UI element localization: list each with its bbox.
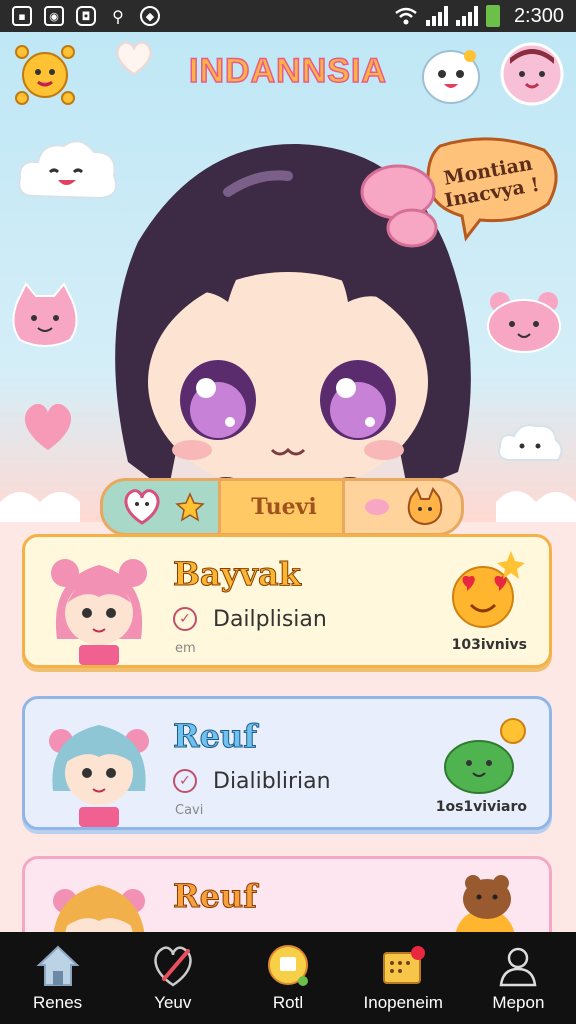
tab-favorites[interactable] [100,478,226,536]
nav-item-notebook[interactable]: Inopeneim [346,932,461,1024]
camera-icon: ◉ [44,6,64,26]
signal-icon [425,6,448,26]
profile-icon [499,947,537,987]
heart-pen-icon [154,946,192,987]
avatar [51,559,147,665]
pink-bear-sticker-icon [487,292,561,353]
bottom-nav: Renes Yeuv Rotl Inopeneim Mepon [0,932,576,1024]
tab-other[interactable] [342,478,464,536]
nav-item-profile[interactable]: Mepon [461,932,576,1024]
card-description: Dailplisian [213,607,327,632]
tab-active[interactable]: Tuevi [218,478,350,536]
green-blob-emoji-icon [444,718,526,794]
fox-icon [407,487,443,525]
heart-eyes-emoji-icon [452,551,525,628]
character-card[interactable]: Bayvak ✓ Dailplisian em 103ivnivs [22,534,552,668]
nav-label: Rotl [272,993,304,1012]
nav-item-chat[interactable]: Rotl [230,932,345,1024]
status-bar: ▪ ◉ ◘ ⚲ ◆ 2:300 [0,0,576,32]
card-title: Reuf [173,877,258,916]
home-icon [36,945,80,986]
check-icon[interactable]: ✓ [173,607,197,631]
box-icon: ◆ [140,6,160,26]
card-subtext: em [175,641,196,656]
app-icon: ◘ [76,6,96,26]
main-character-illustration [115,143,471,512]
image-icon: ▪ [12,6,32,26]
app-title: INDANNSIA [188,51,387,91]
card-title: Reuf [173,717,258,756]
heart-face-icon [124,489,160,525]
nav-label: Yeuv [154,993,192,1012]
card-subtext: Cavi [175,803,204,818]
nav-item-favorites[interactable]: Yeuv [115,932,230,1024]
nav-label: Renes [33,993,83,1012]
category-tab-bar: Tuevi [100,478,464,536]
candy-icon [365,499,389,515]
sun-sticker-icon[interactable] [10,40,80,110]
nav-label: Inopeneim [363,993,443,1012]
card-count: 103ivnivs [451,637,527,653]
card-count: 1os1viviaro [435,799,527,815]
chat-bubble-icon [268,945,308,986]
nav-item-home[interactable]: Renes [0,932,115,1024]
usb-icon: ⚲ [112,6,124,26]
heart-icon [116,41,152,76]
pink-cat-sticker-icon [12,282,78,347]
small-cloud-sticker-icon [498,424,563,461]
pink-heart-icon [24,403,72,450]
card-description: Dialiblirian [213,769,331,794]
wifi-icon [395,7,417,25]
battery-icon [485,5,500,27]
card-title: Bayvak [173,555,302,594]
character-card[interactable]: Reuf ✓ Dialiblirian Cavi 1os1viviaro [22,696,552,830]
avatar [49,725,149,827]
check-icon[interactable]: ✓ [173,769,197,793]
nav-label: Mepon [492,993,545,1012]
notebook-icon [383,946,426,984]
hero-banner: INDANNSIA Montian Inacvya ! [0,32,576,522]
clock: 2:300 [513,4,564,27]
tab-active-label: Tuevi [251,494,317,520]
star-creature-icon [175,492,205,522]
ghost-sticker-icon[interactable] [418,42,484,108]
signal-icon-2 [455,6,478,26]
pink-face-sticker-icon[interactable] [498,40,566,108]
